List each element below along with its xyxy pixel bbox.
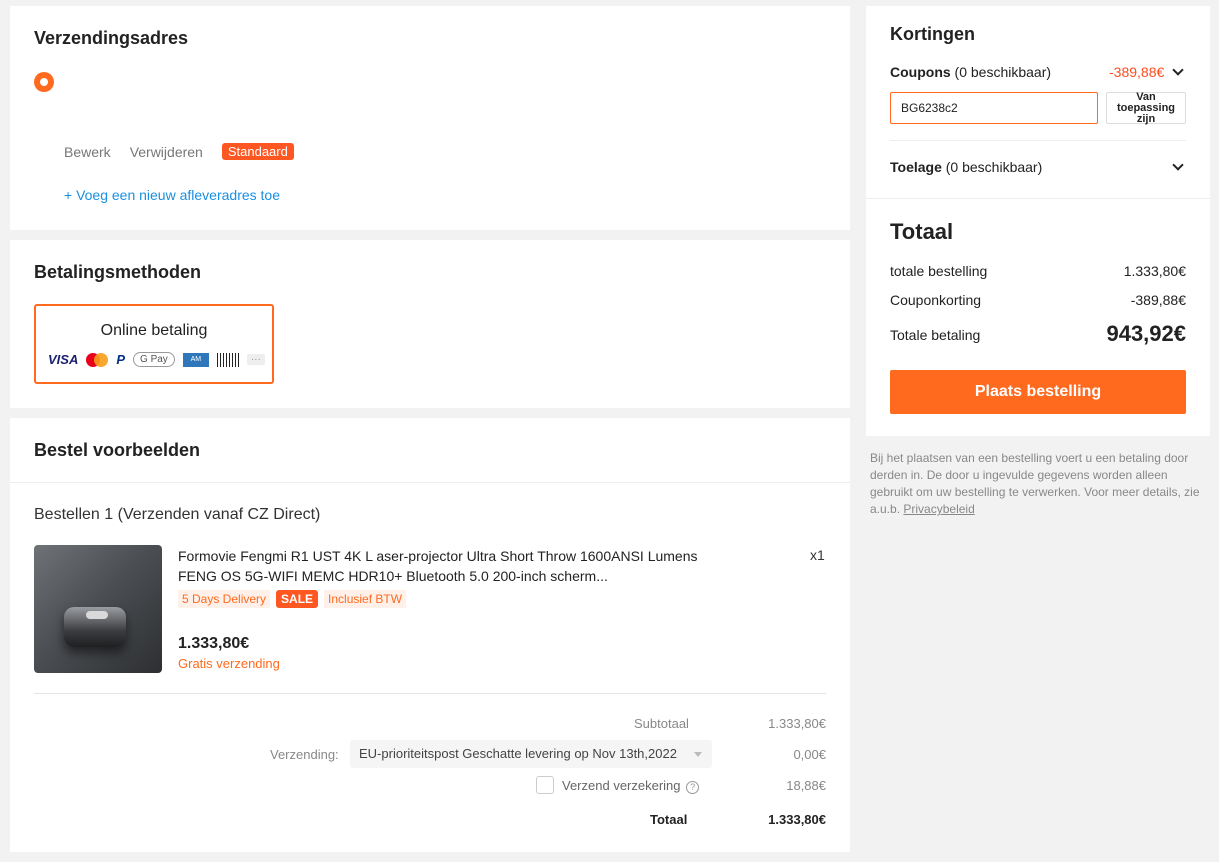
add-address-link[interactable]: + Voeg een nieuw afleveradres toe <box>64 187 280 203</box>
product-price: 1.333,80€ <box>178 635 250 652</box>
projector-lens <box>86 611 108 619</box>
payment-methods-title: Betalingsmethoden <box>34 262 202 282</box>
sale-tag: SALE <box>276 590 319 608</box>
order-total-label: Totaal <box>650 812 688 827</box>
allowance-label: Toelage <box>890 159 942 175</box>
vat-tag: Inclusief BTW <box>324 590 407 608</box>
subtotal-value: 1.333,80€ <box>768 716 826 731</box>
shipping-method-select[interactable]: EU-prioriteitspost Geschatte levering op… <box>350 740 712 768</box>
privacy-policy-link[interactable]: Privacybeleid <box>903 502 974 516</box>
payment-icons: VISA P G Pay AM ··· <box>48 352 265 367</box>
coupons-row[interactable]: Coupons (0 beschikbaar) <box>890 64 1051 80</box>
shipping-method-value: EU-prioriteitspost Geschatte levering op… <box>359 746 677 761</box>
allowance-row[interactable]: Toelage (0 beschikbaar) <box>890 159 1042 175</box>
amex-icon: AM <box>182 352 209 367</box>
order-batch-label: Bestellen 1 (Verzenden vanaf CZ Direct) <box>34 506 321 523</box>
product-quantity: x1 <box>810 547 825 563</box>
coupons-count: (0 beschikbaar) <box>954 64 1052 80</box>
order-preview-card: Bestel voorbeelden Bestellen 1 (Verzende… <box>10 418 850 852</box>
subtotal-label: Subtotaal <box>634 716 689 731</box>
more-icon: ··· <box>246 354 265 365</box>
payment-methods-card: Betalingsmethoden Online betaling VISA P… <box>10 240 850 408</box>
delivery-tag: 5 Days Delivery <box>178 590 271 608</box>
insurance-label: Verzend verzekering <box>562 778 681 793</box>
shipping-label: Verzending: <box>270 747 339 762</box>
address-radio[interactable] <box>34 72 54 92</box>
insurance-value: 18,88€ <box>786 778 826 793</box>
gpay-icon: G Pay <box>133 352 175 367</box>
mastercard-icon <box>86 352 109 367</box>
shipping-address-title: Verzendingsadres <box>34 28 189 48</box>
total-title: Totaal <box>890 219 954 244</box>
product-tags: 5 Days Delivery SALE Inclusief BTW <box>178 590 407 608</box>
discounts-title: Kortingen <box>890 24 975 44</box>
edit-address-link[interactable]: Bewerk <box>64 144 111 160</box>
address-actions: Bewerk Verwijderen Standaard <box>64 143 294 160</box>
privacy-note: Bij het plaatsen van een bestelling voer… <box>870 450 1210 518</box>
product-name[interactable]: Formovie Fengmi R1 UST 4K L aser-project… <box>178 546 698 586</box>
place-order-button[interactable]: Plaats bestelling <box>890 370 1186 414</box>
delete-address-link[interactable]: Verwijderen <box>130 144 203 160</box>
coupon-code-input[interactable] <box>890 92 1098 124</box>
chevron-down-icon[interactable] <box>1172 159 1184 171</box>
total-card: Totaal totale bestelling 1.333,80€ Coupo… <box>866 198 1210 436</box>
default-badge: Standaard <box>221 143 294 160</box>
shipping-address-card: Verzendingsadres Bewerk Verwijderen Stan… <box>10 6 850 230</box>
coupons-value: -389,88€ <box>1109 64 1165 80</box>
discounts-card: Kortingen Coupons (0 beschikbaar) -389,8… <box>866 6 1210 198</box>
order-preview-title: Bestel voorbeelden <box>34 440 201 460</box>
product-image[interactable] <box>34 545 162 673</box>
apply-coupon-button[interactable]: Van toepassing zijn <box>1106 91 1186 124</box>
coupon-discount-value: -389,88€ <box>1130 292 1186 308</box>
order-total-value: 1.333,80€ <box>768 812 826 827</box>
order-total-label: totale bestelling <box>890 263 988 279</box>
payment-total-label: Totale betaling <box>890 327 981 343</box>
payment-total-value: 943,92€ <box>1106 321 1186 346</box>
shipping-value: 0,00€ <box>793 747 826 762</box>
insurance-label-wrap: Verzend verzekering ? <box>562 778 700 794</box>
free-shipping-label: Gratis verzending <box>178 656 280 671</box>
online-payment-label: Online betaling <box>100 322 208 339</box>
visa-icon: VISA <box>48 352 79 367</box>
radio-dot <box>40 78 48 86</box>
paypal-icon: P <box>116 352 126 367</box>
insurance-checkbox[interactable] <box>536 776 554 794</box>
boleto-icon <box>216 352 239 367</box>
divider <box>34 693 826 694</box>
coupon-discount-label: Couponkorting <box>890 292 982 308</box>
chevron-down-icon <box>694 752 702 757</box>
divider <box>10 482 850 483</box>
coupons-label: Coupons <box>890 64 951 80</box>
help-icon[interactable]: ? <box>686 781 700 794</box>
divider <box>890 140 1186 141</box>
online-payment-option[interactable]: Online betaling VISA P G Pay AM ··· <box>34 304 274 384</box>
allowance-count: (0 beschikbaar) <box>945 159 1043 175</box>
chevron-down-icon[interactable] <box>1172 64 1184 76</box>
order-total-value: 1.333,80€ <box>1123 263 1186 279</box>
